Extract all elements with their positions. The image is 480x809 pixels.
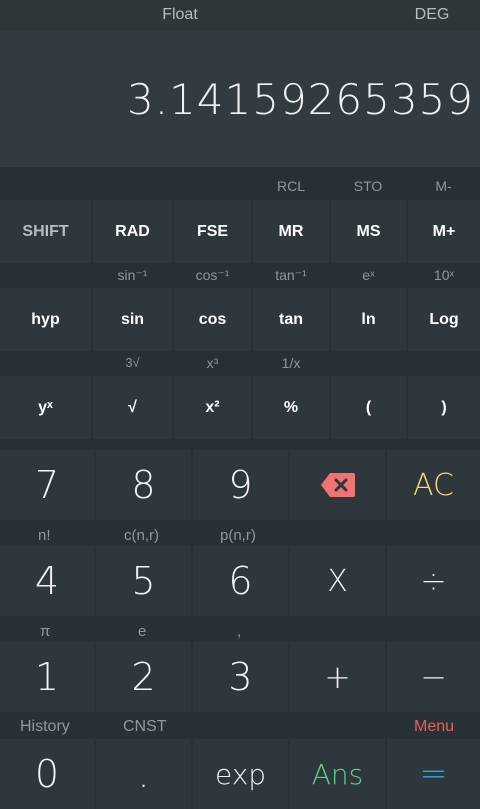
- digit-8[interactable]: 8: [96, 450, 191, 520]
- exp-e-label: eˣ: [362, 267, 375, 283]
- m-minus-label: M-: [435, 178, 452, 194]
- asin-label: sin⁻¹: [117, 267, 148, 283]
- all-clear-button[interactable]: AC: [387, 450, 480, 520]
- ans-button[interactable]: Ans: [290, 739, 385, 809]
- sqrt-button[interactable]: √: [93, 376, 172, 439]
- divide-button[interactable]: ÷: [387, 546, 480, 616]
- sto-label: STO: [353, 178, 383, 194]
- hyp-button[interactable]: hyp: [0, 288, 91, 351]
- pi-label: π: [40, 623, 51, 640]
- combination-label: c(n,r): [124, 527, 159, 544]
- square-button[interactable]: x²: [174, 376, 251, 439]
- comma-label: ,: [237, 623, 242, 640]
- digit-4[interactable]: 4: [0, 546, 94, 616]
- angle-mode[interactable]: DEG: [394, 6, 470, 24]
- equals-button[interactable]: =: [387, 739, 480, 809]
- digit-3[interactable]: 3: [193, 642, 288, 712]
- atan-label: tan⁻¹: [275, 267, 307, 283]
- digit-5[interactable]: 5: [96, 546, 191, 616]
- backspace-icon: [320, 473, 355, 497]
- digit-2[interactable]: 2: [96, 642, 191, 712]
- cube-root-label: 3√: [125, 355, 140, 370]
- euler-label: e: [138, 623, 147, 640]
- power-button[interactable]: yˣ: [0, 376, 91, 439]
- digit-6[interactable]: 6: [193, 546, 288, 616]
- number-keypad: 7 8 9 AC n! c(n,r) p(n,r) 4 5 6 X ÷ π e …: [0, 450, 480, 809]
- m-plus-button[interactable]: M+: [408, 200, 480, 263]
- rad-button[interactable]: RAD: [93, 200, 172, 263]
- digit-9[interactable]: 9: [193, 450, 288, 520]
- scientific-keypad: RCL STO M- SHIFT RAD FSE MR MS M+ sin⁻¹ …: [0, 167, 480, 450]
- log-button[interactable]: Log: [408, 288, 480, 351]
- close-paren-button[interactable]: ): [408, 376, 480, 439]
- permutation-label: p(n,r): [220, 527, 256, 544]
- tan-button[interactable]: tan: [253, 288, 329, 351]
- sin-button[interactable]: sin: [93, 288, 172, 351]
- ln-button[interactable]: ln: [331, 288, 406, 351]
- acos-label: cos⁻¹: [195, 267, 230, 283]
- percent-button[interactable]: %: [253, 376, 329, 439]
- constants-button[interactable]: CNST: [123, 718, 167, 736]
- cos-button[interactable]: cos: [174, 288, 251, 351]
- cube-label: x³: [206, 355, 219, 371]
- ms-button[interactable]: MS: [331, 200, 406, 263]
- backspace-button[interactable]: [290, 450, 385, 520]
- open-paren-button[interactable]: (: [331, 376, 406, 439]
- exp-button[interactable]: exp: [193, 739, 288, 809]
- digit-0[interactable]: 0: [0, 739, 94, 809]
- mode-float[interactable]: Float: [0, 6, 360, 24]
- mr-button[interactable]: MR: [253, 200, 329, 263]
- digit-1[interactable]: 1: [0, 642, 94, 712]
- reciprocal-label: 1/x: [281, 355, 301, 371]
- shift-button[interactable]: SHIFT: [0, 200, 91, 263]
- menu-button[interactable]: Menu: [414, 718, 454, 736]
- display: 3.14159265359: [0, 31, 480, 167]
- minus-button[interactable]: −: [387, 642, 480, 712]
- status-bar: Float DEG: [0, 0, 480, 31]
- fse-button[interactable]: FSE: [174, 200, 251, 263]
- multiply-button[interactable]: X: [290, 546, 385, 616]
- digit-7[interactable]: 7: [0, 450, 94, 520]
- decimal-point-button[interactable]: .: [96, 739, 191, 809]
- ten-pow-label: 10ˣ: [433, 267, 455, 283]
- display-value: 3.14159265359: [126, 75, 474, 124]
- history-button[interactable]: History: [20, 718, 70, 736]
- rcl-label: RCL: [276, 178, 305, 194]
- plus-button[interactable]: +: [290, 642, 385, 712]
- factorial-label: n!: [38, 527, 51, 544]
